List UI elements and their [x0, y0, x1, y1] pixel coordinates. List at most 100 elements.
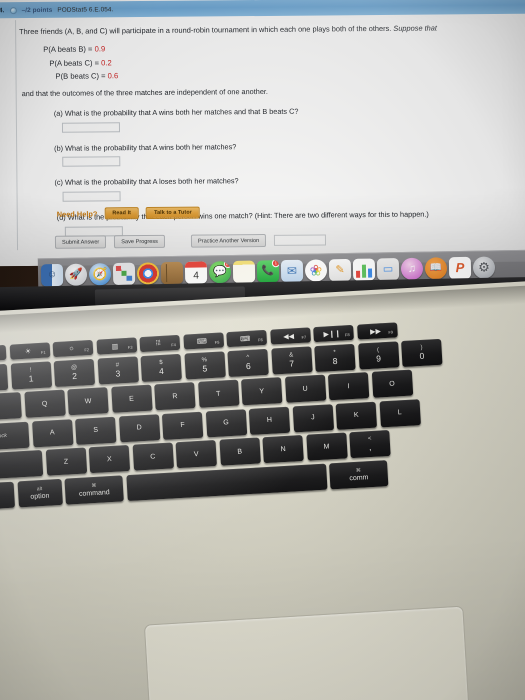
key-f[interactable]: F [161, 411, 204, 440]
key-comma[interactable]: <, [349, 429, 391, 459]
key-f3[interactable]: ▥ F3 [95, 337, 137, 355]
facetime-icon[interactable]: 1 [256, 259, 280, 283]
key-a[interactable]: A [31, 418, 74, 447]
prezi-icon[interactable] [448, 256, 472, 279]
answer-input-c[interactable] [62, 191, 121, 203]
key-option[interactable]: alt option [16, 478, 63, 507]
key-5[interactable]: % 5 [183, 350, 226, 380]
question-code: PODStat5 6.E.054. [57, 5, 114, 14]
key-9[interactable]: (9 [357, 340, 400, 370]
read-it-button[interactable]: Read It [104, 207, 140, 220]
key-f6[interactable]: ⌨ F6 [226, 329, 268, 348]
safari-icon[interactable] [88, 262, 112, 285]
key-h[interactable]: H [248, 406, 291, 435]
mission-control-icon[interactable] [112, 262, 136, 285]
question-points: –/2 points [21, 6, 53, 14]
key-3[interactable]: #3 [97, 355, 139, 385]
key-caps-lock[interactable]: s lock [0, 421, 30, 451]
finder-icon[interactable] [40, 263, 64, 286]
key-7[interactable]: & 7 [270, 345, 313, 375]
key-q[interactable]: Q [23, 389, 66, 418]
key-f8[interactable]: ▶❙❙ F8 [313, 324, 354, 343]
key-command-left[interactable]: ⌘ command [64, 474, 124, 505]
part-a-label: (a) What is the probability that A wins … [53, 106, 299, 118]
key-i[interactable]: I [327, 372, 370, 401]
trailing-input-box[interactable] [274, 234, 327, 246]
key-8[interactable]: * 8 [314, 343, 356, 372]
notification-badge: 17 [223, 260, 232, 268]
key-u[interactable]: U [284, 374, 326, 403]
photos-icon[interactable] [304, 258, 328, 282]
question-part-b: (b) What is the probability that A wins … [54, 139, 525, 168]
key-`[interactable]: ~` [0, 363, 9, 392]
stem-text-italic: Suppose that [393, 23, 437, 33]
key-w[interactable]: W [67, 387, 109, 416]
key-4[interactable]: $4 [140, 353, 182, 382]
key-shift-left[interactable] [0, 449, 44, 480]
key-e[interactable]: E [110, 384, 153, 413]
key-d[interactable]: D [118, 413, 160, 442]
key-0[interactable]: ) 0 [401, 338, 443, 367]
answer-input-b[interactable] [62, 156, 121, 168]
probability-value: 0.2 [101, 57, 112, 67]
question-body: Three friends (A, B, and C) will partici… [0, 16, 525, 238]
key-f7[interactable]: ◀◀ F7 [269, 327, 311, 345]
probability-label: P(B beats C) = [55, 70, 106, 81]
key-6[interactable]: ^ 6 [227, 348, 269, 377]
practice-another-version-button[interactable]: Practice Another Version [190, 233, 267, 248]
stem-text-plain: Three friends (A, B, and C) will partici… [19, 23, 394, 37]
question-status-icon[interactable] [9, 6, 17, 14]
key-r[interactable]: R [154, 382, 196, 411]
question-part-a: (a) What is the probability that A wins … [53, 104, 525, 133]
probability-label: P(A beats C) = [49, 57, 100, 68]
key-b[interactable]: B [218, 437, 261, 466]
key-o[interactable]: O [371, 369, 413, 398]
answer-input-a[interactable] [61, 121, 121, 133]
key-n[interactable]: N [262, 434, 304, 464]
key-t[interactable]: T [197, 379, 240, 408]
key-f2[interactable]: ☼ F2 [52, 339, 94, 358]
need-help-row: Need Help? Read It Talk to a Tutor [57, 206, 200, 220]
key-j[interactable]: J [292, 403, 334, 432]
key-g[interactable]: G [205, 408, 247, 437]
keynote-icon[interactable] [376, 257, 400, 280]
system-preferences-icon[interactable] [472, 255, 496, 279]
launchpad-icon[interactable] [64, 263, 88, 286]
key-l[interactable]: L [378, 398, 421, 427]
key-command-right[interactable]: ⌘ comm [328, 459, 389, 489]
key-f9[interactable]: ▶▶ F9 [356, 322, 398, 340]
action-button-row: Submit Answer Save Progress Practice Ano… [54, 233, 327, 249]
contacts-icon[interactable] [160, 261, 184, 284]
notes-icon[interactable] [232, 260, 256, 283]
save-progress-button[interactable]: Save Progress [114, 234, 166, 249]
calendar-icon[interactable] [184, 260, 208, 284]
probability-value: 0.9 [94, 44, 106, 54]
key-esc[interactable]: esc [0, 344, 7, 363]
key-y[interactable]: Y [241, 377, 283, 406]
pages-icon[interactable] [328, 258, 352, 281]
talk-to-tutor-button[interactable]: Talk to a Tutor [146, 206, 200, 220]
key-tab[interactable]: tab [0, 392, 22, 422]
key-1[interactable]: ! 1 [10, 360, 52, 390]
notification-badge: 1 [271, 259, 280, 267]
numbers-icon[interactable] [352, 257, 376, 281]
itunes-icon[interactable] [400, 257, 424, 280]
messages-icon[interactable]: 17 [208, 260, 232, 283]
key-2[interactable]: @2 [53, 358, 96, 387]
key-f5[interactable]: ⌨ F5 [182, 332, 224, 350]
key-m[interactable]: M [305, 432, 348, 461]
key-z[interactable]: Z [45, 447, 87, 476]
key-control[interactable]: trol [0, 481, 16, 510]
key-f1[interactable]: ☀ F1 [9, 342, 50, 360]
ibooks-icon[interactable] [424, 256, 448, 280]
key-k[interactable]: K [335, 401, 377, 430]
key-x[interactable]: X [88, 444, 131, 474]
submit-answer-button[interactable]: Submit Answer [54, 235, 107, 249]
part-c-label: (c) What is the probability that A loses… [54, 176, 239, 188]
key-f4[interactable]: ⦙⦙⦙ F4 [139, 334, 181, 353]
key-c[interactable]: C [132, 442, 174, 471]
chrome-icon[interactable] [136, 261, 160, 285]
key-v[interactable]: V [175, 439, 217, 469]
mail-icon[interactable] [280, 259, 304, 282]
key-s[interactable]: S [75, 416, 117, 445]
